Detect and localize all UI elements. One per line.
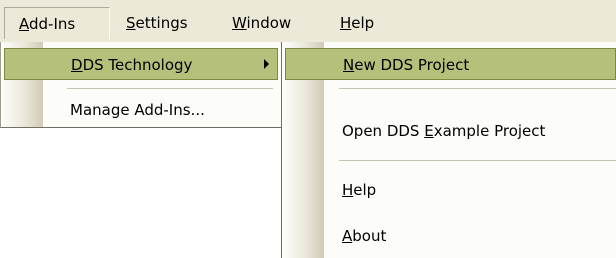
- menu-bar: Add-Ins Settings Window Help: [0, 0, 616, 44]
- submenu-separator-2: [339, 160, 616, 161]
- menu-help-accel: H: [340, 14, 352, 32]
- menu-separator: [67, 88, 273, 89]
- open-example-prefix: Open DDS: [342, 122, 425, 140]
- dds-technology-accel: D: [71, 56, 83, 74]
- submenu-arrow-icon: [264, 59, 269, 69]
- dds-technology-label: DS Technology: [82, 56, 193, 74]
- menu-window[interactable]: Window: [232, 7, 291, 39]
- dds-technology-submenu: New DDS Project Open DDS Example Project…: [281, 42, 616, 258]
- new-dds-project-item[interactable]: New DDS Project: [285, 48, 616, 80]
- about-label: bout: [352, 227, 387, 245]
- open-example-label: xample Project: [433, 122, 546, 140]
- menu-add-ins-label: dd-Ins: [29, 15, 76, 33]
- help-accel: H: [342, 181, 354, 199]
- menu-add-ins-accel: A: [19, 15, 29, 33]
- submenu-separator-1: [339, 88, 616, 89]
- menu-window-accel: W: [232, 14, 247, 32]
- menu-help[interactable]: Help: [340, 7, 374, 39]
- dds-technology-item[interactable]: DDS Technology: [4, 48, 278, 80]
- menu-settings[interactable]: Settings: [126, 7, 188, 39]
- about-accel: A: [342, 227, 353, 245]
- menu-help-label: elp: [351, 14, 375, 32]
- open-example-accel: E: [424, 122, 434, 140]
- manage-add-ins-label: Manage Add-Ins...: [70, 101, 205, 119]
- new-dds-project-label: ew DDS Project: [354, 56, 470, 74]
- menu-window-label: indow: [246, 14, 292, 32]
- about-item[interactable]: About: [285, 220, 613, 252]
- menu-settings-label: ettings: [135, 14, 188, 32]
- new-dds-project-accel: N: [343, 56, 355, 74]
- help-item[interactable]: Help: [285, 174, 613, 206]
- menu-add-ins[interactable]: Add-Ins: [4, 7, 110, 39]
- help-label: elp: [353, 181, 377, 199]
- menu-settings-accel: S: [126, 14, 136, 32]
- manage-add-ins-item[interactable]: Manage Add-Ins...: [4, 94, 278, 126]
- open-dds-example-project-item[interactable]: Open DDS Example Project: [285, 115, 613, 147]
- add-ins-dropdown: DDS Technology Manage Add-Ins...: [0, 42, 282, 128]
